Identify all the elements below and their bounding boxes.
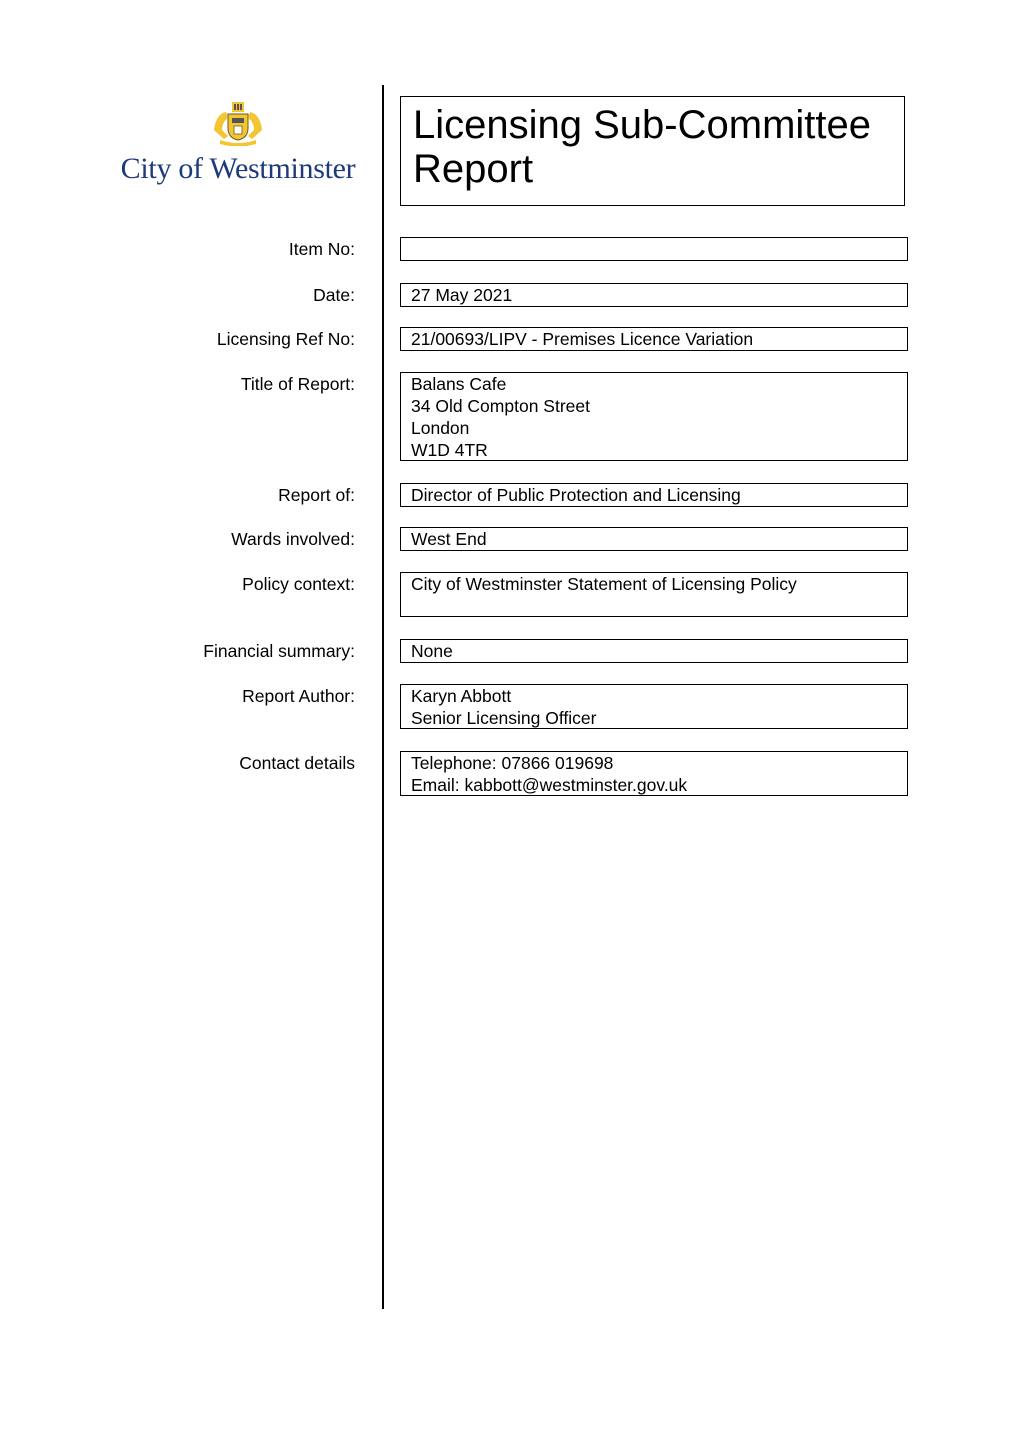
item-no-label: Item No:	[288, 239, 355, 259]
council-name: City of Westminster	[120, 152, 356, 185]
premises-street: 34 Old Compton Street	[411, 396, 590, 416]
date-field: 27 May 2021	[400, 283, 908, 307]
wards-value: West End	[411, 529, 487, 549]
contact-email: Email: kabbott@westminster.gov.uk	[411, 775, 688, 795]
report-title-box: Licensing Sub-Committee Report	[400, 96, 905, 206]
contact-telephone: Telephone: 07866 019698	[411, 753, 614, 773]
author-role: Senior Licensing Officer	[411, 708, 597, 728]
vertical-divider	[382, 85, 384, 1309]
financial-summary-field: None	[400, 639, 908, 663]
date-label: Date:	[313, 285, 355, 305]
financial-summary-value: None	[411, 641, 453, 661]
premises-name: Balans Cafe	[411, 374, 507, 394]
report-of-field: Director of Public Protection and Licens…	[400, 483, 908, 507]
policy-context-value: City of Westminster Statement of Licensi…	[411, 574, 797, 594]
council-logo: City of Westminster	[118, 100, 358, 190]
report-cover-page: City of Westminster Licensing Sub-Commit…	[0, 0, 1020, 1443]
item-no-field	[400, 237, 908, 261]
policy-context-label: Policy context:	[242, 574, 355, 594]
licensing-ref-field: 21/00693/LIPV - Premises Licence Variati…	[400, 327, 908, 351]
author-name: Karyn Abbott	[411, 686, 512, 706]
policy-context-field: City of Westminster Statement of Licensi…	[400, 572, 908, 617]
licensing-ref-label: Licensing Ref No:	[216, 329, 355, 349]
report-author-field: Karyn Abbott Senior Licensing Officer	[400, 684, 908, 729]
licensing-ref-value: 21/00693/LIPV - Premises Licence Variati…	[411, 329, 754, 349]
crest-icon	[214, 102, 262, 146]
premises-city: London	[411, 418, 470, 438]
contact-details-field: Telephone: 07866 019698 Email: kabbott@w…	[400, 751, 908, 796]
premises-postcode: W1D 4TR	[411, 440, 488, 460]
contact-details-label: Contact details	[239, 753, 355, 773]
date-value: 27 May 2021	[411, 285, 513, 305]
title-of-report-label: Title of Report:	[240, 374, 355, 394]
financial-summary-label: Financial summary:	[203, 641, 355, 661]
title-of-report-field: Balans Cafe 34 Old Compton Street London…	[400, 372, 908, 461]
wards-field: West End	[400, 527, 908, 551]
report-of-value: Director of Public Protection and Licens…	[411, 485, 741, 505]
wards-label: Wards involved:	[231, 529, 355, 549]
report-author-label: Report Author:	[242, 686, 355, 706]
report-title-line-2: Report	[413, 147, 534, 191]
report-title-line-1: Licensing Sub-Committee	[413, 103, 871, 147]
report-of-label: Report of:	[278, 485, 355, 505]
